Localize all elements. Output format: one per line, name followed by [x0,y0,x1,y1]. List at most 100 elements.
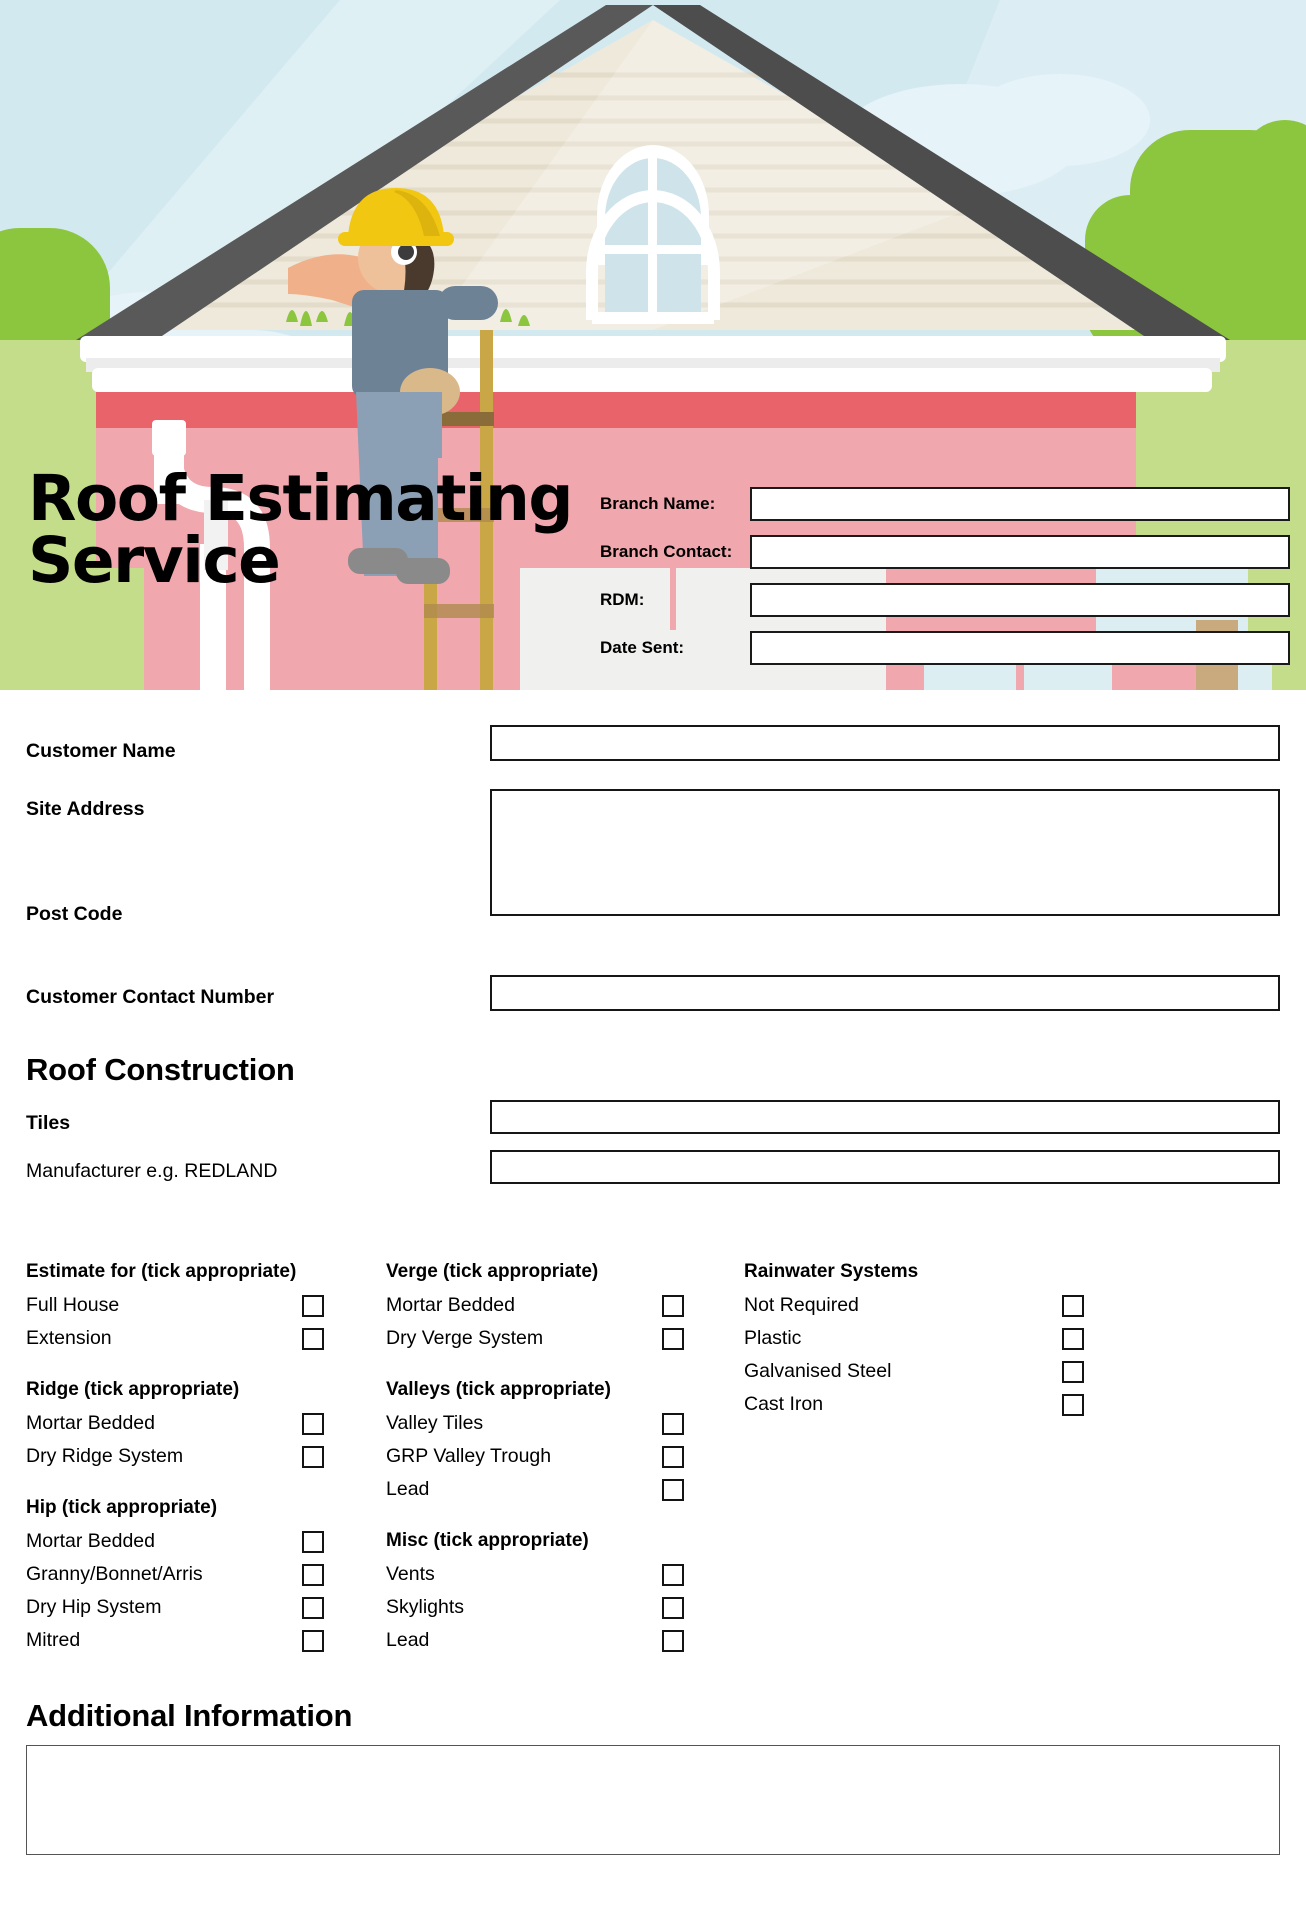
option-row-misc-lead[interactable]: Lead [386,1624,726,1657]
checkbox-valley-tiles[interactable] [662,1412,684,1435]
option-label-dry-verge-system: Dry Verge System [386,1327,544,1349]
customer-name-label-wrap: Customer Name [26,740,176,763]
branch-contact-row: Branch Contact: [600,528,1290,576]
column-right: Rainwater Systems Not Required Plastic G… [744,1255,1084,1421]
option-row-verge-mortar-bedded[interactable]: Mortar Bedded [386,1289,726,1322]
checkbox-mitred[interactable] [302,1629,324,1652]
option-row-hip-mortar-bedded[interactable]: Mortar Bedded [26,1525,366,1558]
option-row-full-house[interactable]: Full House [26,1289,366,1322]
checkbox-misc-lead[interactable] [662,1629,684,1652]
option-row-grp-valley-trough[interactable]: GRP Valley Trough [386,1440,726,1473]
rdm-label: RDM: [600,590,645,609]
date-sent-row: Date Sent: [600,624,1290,672]
option-row-plastic[interactable]: Plastic [744,1322,1084,1355]
option-label-hip-mortar-bedded: Mortar Bedded [26,1530,155,1552]
option-label-skylights: Skylights [386,1596,465,1618]
option-label-verge-mortar-bedded: Mortar Bedded [386,1294,515,1316]
checkbox-valleys-lead[interactable] [662,1478,684,1501]
option-row-dry-ridge-system[interactable]: Dry Ridge System [26,1440,366,1473]
rdm-row: RDM: [600,576,1290,624]
branch-name-input[interactable] [750,487,1290,521]
tiles-label-wrap: Tiles [26,1112,70,1135]
branch-contact-label: Branch Contact: [600,542,733,561]
option-row-galvanised-steel[interactable]: Galvanised Steel [744,1355,1084,1388]
customer-name-label: Customer Name [26,740,176,762]
column-middle: Verge (tick appropriate) Mortar Bedded D… [386,1255,726,1657]
option-row-ridge-mortar-bedded[interactable]: Mortar Bedded [26,1407,366,1440]
checkbox-hip-mortar-bedded[interactable] [302,1530,324,1553]
option-label-misc-lead: Lead [386,1629,430,1651]
date-sent-input[interactable] [750,631,1290,665]
option-row-dry-verge-system[interactable]: Dry Verge System [386,1322,726,1355]
option-label-valley-tiles: Valley Tiles [386,1412,484,1434]
group-heading-misc: Misc (tick appropriate) [386,1530,589,1551]
tiles-label: Tiles [26,1112,71,1134]
header-illustration: Roof Estimating Service Branch Name: Bra… [0,0,1306,690]
checkbox-cast-iron[interactable] [1062,1393,1084,1416]
customer-contact-number-label: Customer Contact Number [26,986,275,1008]
option-label-dry-ridge-system: Dry Ridge System [26,1445,184,1467]
checkbox-granny-bonnet-arris[interactable] [302,1563,324,1586]
rdm-input[interactable] [750,583,1290,617]
customer-contact-number-input[interactable] [490,975,1280,1011]
option-row-vents[interactable]: Vents [386,1558,726,1591]
option-label-dry-hip-system: Dry Hip System [26,1596,162,1618]
option-label-cast-iron: Cast Iron [744,1393,824,1415]
option-row-mitred[interactable]: Mitred [26,1624,366,1657]
group-heading-valleys: Valleys (tick appropriate) [386,1379,611,1400]
option-row-dry-hip-system[interactable]: Dry Hip System [26,1591,366,1624]
option-row-granny-bonnet-arris[interactable]: Granny/Bonnet/Arris [26,1558,366,1591]
option-label-mitred: Mitred [26,1629,81,1651]
checkbox-ridge-mortar-bedded[interactable] [302,1412,324,1435]
site-address-label: Site Address [26,798,145,820]
option-label-extension: Extension [26,1327,112,1349]
checkbox-full-house[interactable] [302,1294,324,1317]
option-label-granny-bonnet-arris: Granny/Bonnet/Arris [26,1563,203,1585]
additional-information-input[interactable] [26,1745,1280,1855]
checkbox-plastic[interactable] [1062,1327,1084,1350]
customer-contact-label-wrap: Customer Contact Number [26,986,274,1009]
manufacturer-input[interactable] [490,1150,1280,1184]
roof-construction-heading: Roof Construction [26,1052,295,1087]
branch-name-row: Branch Name: [600,480,1290,528]
roof-estimating-form-page: Roof Estimating Service Branch Name: Bra… [0,0,1306,1920]
date-sent-label: Date Sent: [600,638,685,657]
checkbox-dry-ridge-system[interactable] [302,1445,324,1468]
option-row-cast-iron[interactable]: Cast Iron [744,1388,1084,1421]
checkbox-dry-verge-system[interactable] [662,1327,684,1350]
option-label-not-required: Not Required [744,1294,859,1316]
checkbox-grp-valley-trough[interactable] [662,1445,684,1468]
group-heading-rainwater-systems: Rainwater Systems [744,1261,919,1282]
group-heading-ridge: Ridge (tick appropriate) [26,1379,240,1400]
column-left: Estimate for (tick appropriate) Full Hou… [26,1255,366,1657]
option-label-grp-valley-trough: GRP Valley Trough [386,1445,552,1467]
checkbox-vents[interactable] [662,1563,684,1586]
checkbox-skylights[interactable] [662,1596,684,1619]
additional-information-heading: Additional Information [26,1698,353,1733]
option-row-skylights[interactable]: Skylights [386,1591,726,1624]
tiles-input[interactable] [490,1100,1280,1134]
manufacturer-label-wrap: Manufacturer e.g. REDLAND [26,1160,277,1183]
customer-name-input[interactable] [490,725,1280,761]
checkbox-galvanised-steel[interactable] [1062,1360,1084,1383]
checkbox-not-required[interactable] [1062,1294,1084,1317]
post-code-label: Post Code [26,903,123,925]
post-code-label-wrap: Post Code [26,903,122,926]
checkbox-extension[interactable] [302,1327,324,1350]
site-address-label-wrap: Site Address [26,798,145,821]
group-heading-verge: Verge (tick appropriate) [386,1261,599,1282]
checkbox-dry-hip-system[interactable] [302,1596,324,1619]
branch-contact-input[interactable] [750,535,1290,569]
option-label-plastic: Plastic [744,1327,802,1349]
option-row-valley-tiles[interactable]: Valley Tiles [386,1407,726,1440]
option-label-vents: Vents [386,1563,435,1585]
manufacturer-label: Manufacturer e.g. REDLAND [26,1160,278,1182]
option-row-valleys-lead[interactable]: Lead [386,1473,726,1506]
option-label-ridge-mortar-bedded: Mortar Bedded [26,1412,155,1434]
group-heading-estimate-for: Estimate for (tick appropriate) [26,1261,297,1282]
site-address-input[interactable] [490,789,1280,916]
option-row-not-required[interactable]: Not Required [744,1289,1084,1322]
option-row-extension[interactable]: Extension [26,1322,366,1355]
option-label-galvanised-steel: Galvanised Steel [744,1360,892,1382]
checkbox-verge-mortar-bedded[interactable] [662,1294,684,1317]
